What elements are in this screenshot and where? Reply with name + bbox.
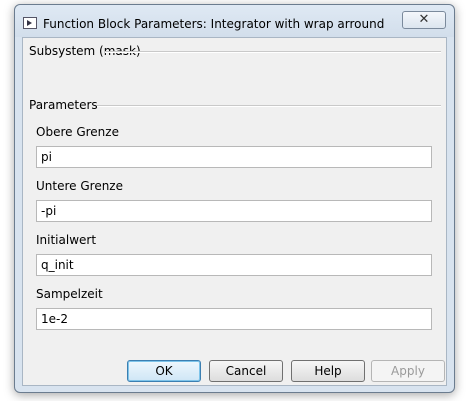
group-divider — [97, 105, 441, 107]
field-label-sampelzeit: Sampelzeit — [36, 287, 103, 301]
field-label-untere-grenze: Untere Grenze — [36, 179, 123, 193]
dialog-body: Subsystem (mask) Parameters Obere Grenze… — [22, 37, 447, 386]
apply-button[interactable]: Apply — [371, 360, 445, 382]
sampelzeit-input[interactable]: 1e-2 — [36, 308, 432, 330]
field-label-initialwert: Initialwert — [36, 233, 97, 247]
simulink-block-icon — [23, 17, 37, 29]
obere-grenze-input[interactable]: pi — [36, 146, 432, 168]
parameters-group-title: Parameters — [29, 98, 98, 112]
initialwert-input[interactable]: q_init — [36, 254, 432, 276]
group-divider — [105, 51, 441, 53]
untere-grenze-input[interactable]: -pi — [36, 200, 432, 222]
window-title: Function Block Parameters: Integrator wi… — [43, 17, 385, 31]
close-button[interactable]: ✕ — [402, 11, 446, 29]
cancel-button[interactable]: Cancel — [209, 360, 283, 382]
help-button[interactable]: Help — [291, 360, 365, 382]
title-bar[interactable]: Function Block Parameters: Integrator wi… — [15, 5, 454, 37]
dialog-window: Function Block Parameters: Integrator wi… — [14, 4, 455, 393]
field-label-obere-grenze: Obere Grenze — [36, 125, 119, 139]
ok-button[interactable]: OK — [127, 360, 201, 382]
close-icon: ✕ — [418, 12, 430, 27]
